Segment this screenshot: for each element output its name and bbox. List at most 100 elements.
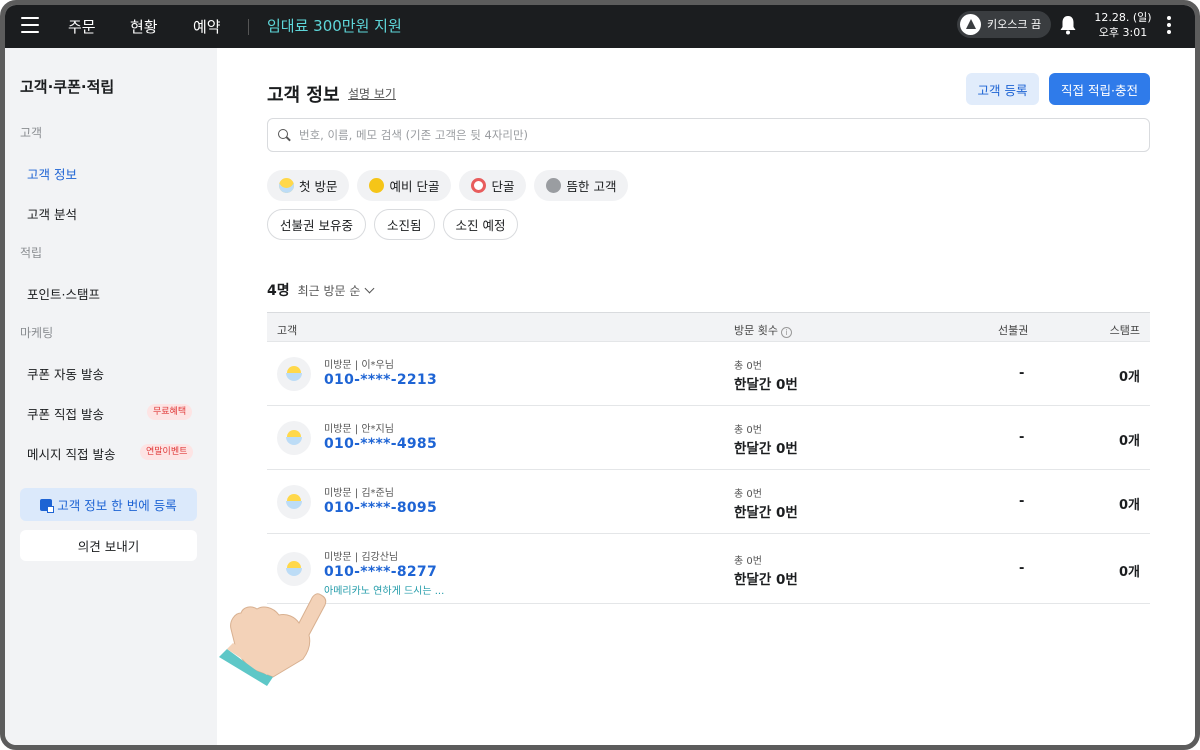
rooster-icon xyxy=(471,178,487,193)
avatar xyxy=(277,421,311,455)
customer-phone[interactable]: 010-****-8095 xyxy=(324,500,437,516)
chip-regular[interactable]: 단골 xyxy=(459,170,527,201)
bulk-register-label: 고객 정보 한 번에 등록 xyxy=(57,498,177,513)
sidebar-section-marketing: 마케팅 xyxy=(20,326,54,340)
stamp-value: 0개 xyxy=(1118,370,1140,385)
table-row[interactable]: 미방문 | 안*지님 010-****-4985 총 0번 한달간 0번 - 0… xyxy=(267,406,1150,470)
table-row[interactable]: 미방문 | 이*우님 010-****-2213 총 0번 한달간 0번 - 0… xyxy=(267,342,1150,406)
table-row[interactable]: 미방문 | 김강산님 010-****-8277 아메리카노 연하게 드시는 .… xyxy=(267,534,1150,604)
hamburger-menu-icon[interactable] xyxy=(21,17,39,33)
chip-potential-regular[interactable]: 예비 단골 xyxy=(357,170,452,201)
sort-label: 최근 방문 순 xyxy=(297,283,361,298)
sidebar-item-coupon-direct[interactable]: 쿠폰 직접 발송 xyxy=(27,404,104,423)
prepaid-value: - xyxy=(1019,430,1025,445)
filter-prepaid-holding[interactable]: 선불권 보유중 xyxy=(267,209,366,240)
sleeping-bird-icon xyxy=(546,178,562,193)
help-link[interactable]: 설명 보기 xyxy=(348,85,396,102)
nav-status[interactable]: 현황 xyxy=(130,16,158,37)
sidebar-item-coupon-auto[interactable]: 쿠폰 자동 발송 xyxy=(27,364,104,383)
chip-label: 예비 단골 xyxy=(389,179,440,194)
bell-icon[interactable] xyxy=(1059,14,1077,36)
nav-reservation[interactable]: 예약 xyxy=(193,16,221,37)
promo-link[interactable]: 임대료 300만원 지원 xyxy=(267,15,402,36)
kiosk-toggle[interactable]: 키오스크 끔 xyxy=(957,11,1052,38)
sidebar-section-points: 적립 xyxy=(20,246,43,260)
nav-orders[interactable]: 주문 xyxy=(68,16,96,37)
app-window: 주문 현황 예약 임대료 300만원 지원 키오스크 끔 12.28. (일) … xyxy=(0,0,1200,750)
customer-status: 미방문 | 안*지님 xyxy=(324,424,394,435)
chevron-down-icon xyxy=(365,283,375,293)
chip-label: 단골 xyxy=(491,179,515,194)
sort-dropdown[interactable]: 최근 방문 순 xyxy=(297,282,375,299)
visit-month: 한달간 0번 xyxy=(734,377,798,393)
chip-label: 뜸한 고객 xyxy=(566,179,617,194)
sidebar-section-customer: 고객 xyxy=(20,126,43,140)
customer-status: 미방문 | 김*준님 xyxy=(324,488,394,499)
direct-charge-button[interactable]: 직접 적립·충전 xyxy=(1049,73,1150,105)
customer-memo: 아메리카노 연하게 드시는 ... xyxy=(324,586,445,597)
badge-year-end-event: 연말이벤트 xyxy=(140,444,194,460)
stamp-value: 0개 xyxy=(1118,498,1140,513)
chip-first-visit[interactable]: 첫 방문 xyxy=(267,170,350,201)
prepaid-value: - xyxy=(1019,561,1025,576)
avatar xyxy=(277,357,311,391)
info-icon[interactable]: i xyxy=(780,327,792,338)
filter-used-up[interactable]: 소진됨 xyxy=(373,209,435,240)
visit-total: 총 0번 xyxy=(734,556,762,567)
badge-free-benefit: 무료혜택 xyxy=(147,404,193,420)
chip-label: 첫 방문 xyxy=(299,179,338,194)
bulk-register-icon xyxy=(40,498,55,513)
prepaid-value: - xyxy=(1019,366,1025,381)
register-customer-button[interactable]: 고객 등록 xyxy=(966,73,1039,105)
prepaid-filters: 선불권 보유중 소진됨 소진 예정 xyxy=(267,209,519,240)
stamp-value: 0개 xyxy=(1118,434,1140,449)
avatar xyxy=(277,552,311,586)
visit-month: 한달간 0번 xyxy=(734,441,798,457)
column-visits: 방문 횟수 i xyxy=(734,322,792,338)
feedback-button[interactable]: 의견 보내기 xyxy=(20,530,197,561)
customer-phone[interactable]: 010-****-8277 xyxy=(324,564,437,580)
customer-count: 4명 xyxy=(267,283,290,299)
visit-total: 총 0번 xyxy=(734,425,762,436)
result-header: 4명 최근 방문 순 xyxy=(267,280,375,300)
table-row[interactable]: 미방문 | 김*준님 010-****-8095 총 0번 한달간 0번 - 0… xyxy=(267,470,1150,534)
chick-egg-icon xyxy=(279,178,294,193)
more-options-icon[interactable] xyxy=(1167,16,1171,34)
sidebar-item-message-direct[interactable]: 메시지 직접 발송 xyxy=(27,444,115,463)
column-prepaid: 선불권 xyxy=(998,324,1029,337)
prepaid-value: - xyxy=(1019,494,1025,509)
visit-month: 한달간 0번 xyxy=(734,572,798,588)
visit-total: 총 0번 xyxy=(734,489,762,500)
table-header: 고객 방문 횟수 i 선불권 스탬프 xyxy=(267,312,1150,342)
main-content: 고객 정보 설명 보기 고객 등록 직접 적립·충전 첫 방문 예비 단골 단골 xyxy=(217,48,1195,745)
time-text: 오후 3:01 xyxy=(1098,26,1148,39)
top-bar: 주문 현황 예약 임대료 300만원 지원 키오스크 끔 12.28. (일) … xyxy=(5,5,1195,48)
column-visits-label: 방문 횟수 xyxy=(734,324,778,337)
column-stamp: 스탬프 xyxy=(1109,324,1140,337)
column-customer: 고객 xyxy=(277,324,298,337)
chip-dormant[interactable]: 뜸한 고객 xyxy=(534,170,629,201)
visit-month: 한달간 0번 xyxy=(734,505,798,521)
datetime: 12.28. (일) 오후 3:01 xyxy=(1092,10,1154,40)
search-input[interactable] xyxy=(299,128,1099,142)
visit-total: 총 0번 xyxy=(734,361,762,372)
sidebar-title: 고객·쿠폰·적립 xyxy=(20,78,115,96)
customer-status: 미방문 | 이*우님 xyxy=(324,360,394,371)
segment-chips: 첫 방문 예비 단골 단골 뜸한 고객 xyxy=(267,170,629,201)
customer-phone[interactable]: 010-****-4985 xyxy=(324,436,437,452)
page-title: 고객 정보 xyxy=(267,85,340,106)
sidebar-item-customer-analysis[interactable]: 고객 분석 xyxy=(27,204,77,223)
nav-divider xyxy=(248,19,249,35)
search-icon xyxy=(278,128,291,142)
customer-table: 고객 방문 횟수 i 선불권 스탬프 미방문 | 이*우님 010-****-22… xyxy=(267,312,1150,604)
stamp-value: 0개 xyxy=(1118,565,1140,580)
date-text: 12.28. (일) xyxy=(1094,11,1152,24)
sidebar-item-point-stamp[interactable]: 포인트·스탬프 xyxy=(27,284,100,303)
kiosk-icon xyxy=(960,14,981,35)
sidebar-item-customer-info[interactable]: 고객 정보 xyxy=(27,164,77,183)
filter-expiring[interactable]: 소진 예정 xyxy=(442,209,519,240)
customer-phone[interactable]: 010-****-2213 xyxy=(324,372,437,388)
chick-icon xyxy=(369,178,385,193)
search-box[interactable] xyxy=(267,118,1150,152)
bulk-register-button[interactable]: 고객 정보 한 번에 등록 xyxy=(20,488,197,521)
